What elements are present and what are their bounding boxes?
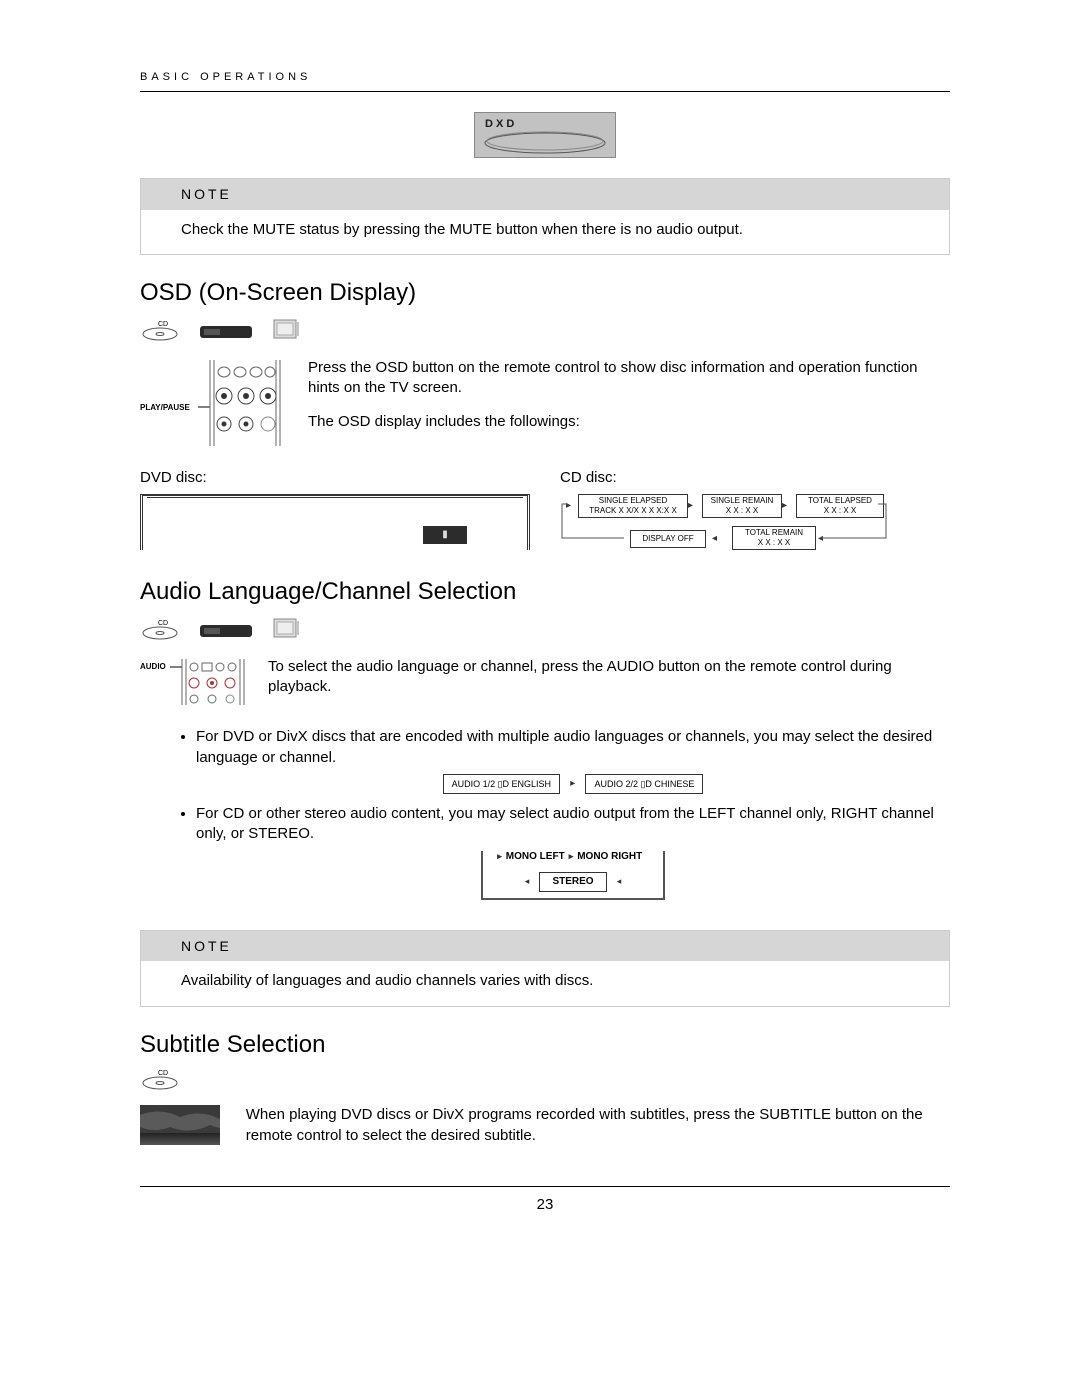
manual-page: BASIC OPERATIONS D X D NOTE Check the MU… xyxy=(0,0,1080,1397)
remote-audio-icon: AUDIO xyxy=(140,657,250,713)
svg-text:CD: CD xyxy=(158,321,168,328)
audio-intro: To select the audio language or channel,… xyxy=(268,657,950,698)
subtitle-icon-row: CD xyxy=(140,1069,950,1097)
chip-audio-chinese: AUDIO 2/2 ▯D CHINESE xyxy=(585,774,703,794)
svg-text:AUDIO: AUDIO xyxy=(140,662,166,671)
audio-remote-and-text: AUDIO To select the audio languag xyxy=(140,657,950,713)
osd-remote-and-text: PLAY/PAUSE xyxy=(140,358,950,454)
osd-para2: The OSD display includes the followings: xyxy=(308,412,950,432)
chip-mono-left: MONO LEFT xyxy=(506,850,565,864)
tv-device-icon xyxy=(272,318,302,350)
cd-disc-icon: CD xyxy=(140,1069,180,1097)
arrow-icon: ▸ xyxy=(570,777,575,791)
remote-playpause-icon: PLAY/PAUSE xyxy=(140,358,290,454)
stereo-diagram: ▸ MONO LEFT ▸ MONO RIGHT ◂ STEREO ◂ xyxy=(481,851,664,900)
dvd-column: DVD disc: ▮ xyxy=(140,468,530,554)
arrow-icon: ◂ xyxy=(617,876,622,886)
dvd-osd-indicator-icon: ▮ xyxy=(423,526,467,544)
running-header: BASIC OPERATIONS xyxy=(140,70,950,92)
subtitle-body-text: When playing DVD discs or DivX programs … xyxy=(246,1105,950,1146)
audio-language-diagram: AUDIO 1/2 ▯D ENGLISH ▸ AUDIO 2/2 ▯D CHIN… xyxy=(196,774,950,794)
player-device-icon xyxy=(198,619,254,647)
dvd-osd-diagram: ▮ xyxy=(140,494,530,550)
cd-disc-icon: CD xyxy=(140,619,180,647)
arrow-icon: ◂ xyxy=(525,876,530,886)
svg-text:CD: CD xyxy=(158,1070,168,1077)
cd-disc-label: CD disc: xyxy=(560,468,950,488)
osd-icon-row: CD xyxy=(140,318,950,350)
chip-mono-right: MONO RIGHT xyxy=(577,850,642,864)
note-body: Check the MUTE status by pressing the MU… xyxy=(141,210,949,254)
chip-stereo: STEREO xyxy=(539,872,606,892)
top-image-row: D X D xyxy=(140,112,950,164)
cd-disc-icon: CD xyxy=(140,320,180,348)
audio-icon-row: CD xyxy=(140,617,950,649)
page-footer: 23 xyxy=(140,1186,950,1215)
note-box-mute: NOTE Check the MUTE status by pressing t… xyxy=(140,178,950,255)
divx-logo-image: D X D xyxy=(474,112,616,158)
note-label: NOTE xyxy=(141,179,949,210)
svg-text:PLAY/PAUSE: PLAY/PAUSE xyxy=(140,403,190,412)
note-label: NOTE xyxy=(141,931,949,962)
section-heading-audio: Audio Language/Channel Selection xyxy=(140,576,950,608)
audio-bullet-1: For DVD or DivX discs that are encoded w… xyxy=(196,727,950,794)
osd-display-columns: DVD disc: ▮ CD disc: SINGLE ELAPSED TRAC… xyxy=(140,468,950,554)
section-heading-osd: OSD (On-Screen Display) xyxy=(140,277,950,309)
svg-text:CD: CD xyxy=(158,620,168,627)
arrow-icon: ▸ xyxy=(569,850,574,862)
audio-bullet-list: For DVD or DivX discs that are encoded w… xyxy=(176,727,950,915)
player-device-icon xyxy=(198,320,254,348)
arrow-icon xyxy=(646,850,649,862)
section-heading-subtitle: Subtitle Selection xyxy=(140,1029,950,1061)
dvd-disc-label: DVD disc: xyxy=(140,468,530,488)
audio-intro-text: To select the audio language or channel,… xyxy=(268,657,950,712)
chip-audio-english: AUDIO 1/2 ▯D ENGLISH xyxy=(443,774,560,794)
page-number: 23 xyxy=(537,1196,554,1213)
audio-bullet-2: For CD or other stereo audio content, yo… xyxy=(196,804,950,916)
cd-osd-diagram: SINGLE ELAPSED TRACK X X/X X X X:X X ▸ ▸… xyxy=(560,494,950,554)
note-body: Availability of languages and audio chan… xyxy=(141,961,949,1005)
svg-text:D X D: D X D xyxy=(485,118,514,130)
cd-column: CD disc: SINGLE ELAPSED TRACK X X/X X X … xyxy=(560,468,950,554)
subtitle-scene-image xyxy=(140,1105,220,1145)
osd-para1: Press the OSD button on the remote contr… xyxy=(308,358,950,399)
arrow-icon: ▸ xyxy=(497,850,502,862)
tv-device-icon xyxy=(272,617,302,649)
note-box-availability: NOTE Availability of languages and audio… xyxy=(140,930,950,1007)
osd-text: Press the OSD button on the remote contr… xyxy=(308,358,950,447)
subtitle-graphic-row: When playing DVD discs or DivX programs … xyxy=(140,1105,950,1146)
